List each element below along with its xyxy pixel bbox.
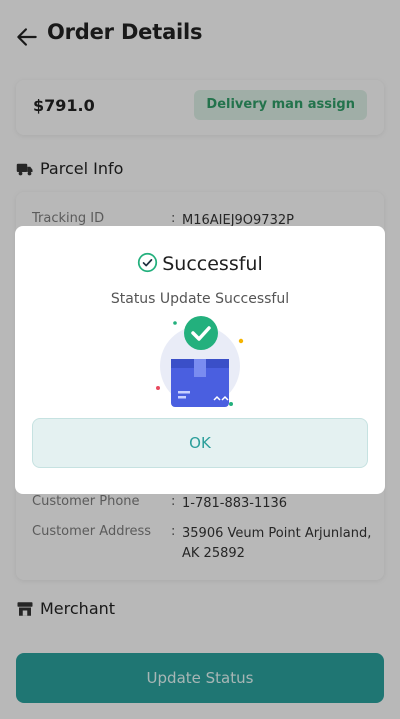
package-success-illustration bbox=[156, 316, 244, 407]
ok-button[interactable]: OK bbox=[32, 418, 368, 468]
dialog-title: Successful bbox=[162, 253, 263, 275]
dialog-title-row: Successful bbox=[15, 252, 385, 275]
check-circle-icon bbox=[138, 252, 158, 273]
success-dialog: Successful Status Update Successful OK bbox=[15, 226, 385, 494]
dialog-message: Status Update Successful bbox=[110, 291, 290, 307]
